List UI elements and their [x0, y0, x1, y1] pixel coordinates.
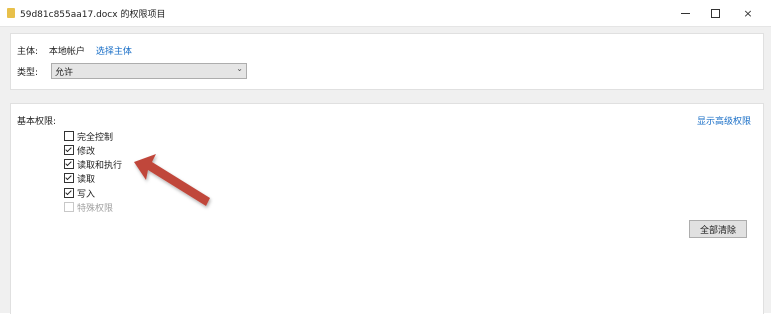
read-checkbox[interactable] [64, 173, 74, 183]
write-label: 写入 [77, 189, 96, 200]
window-title: 59d81c855aa17.docx 的权限项目 [20, 10, 166, 20]
full-control-label: 完全控制 [77, 132, 114, 143]
clear-all-label: 全部清除 [699, 225, 736, 236]
type-label-row: 类型: [17, 65, 38, 78]
close-icon: × [743, 6, 753, 20]
permission-write[interactable]: 写入 [64, 186, 95, 200]
permission-full-control[interactable]: 完全控制 [64, 129, 113, 143]
title-bar: 59d81c855aa17.docx 的权限项目 × [0, 0, 771, 27]
type-label: 类型: [17, 68, 39, 78]
permissions-panel: 基本权限: 显示高级权限 完全控制 修改 读取和执行 读取 写入 特殊权限 全部… [10, 103, 764, 314]
modify-checkbox[interactable] [64, 145, 74, 155]
advanced-link-row: 显示高级权限 [697, 114, 751, 127]
read-label: 读取 [77, 174, 96, 185]
read-execute-checkbox[interactable] [64, 159, 74, 169]
permission-read-execute[interactable]: 读取和执行 [64, 157, 122, 171]
read-execute-label: 读取和执行 [77, 160, 123, 171]
basic-permissions-heading-row: 基本权限: [17, 114, 56, 127]
modify-label: 修改 [77, 146, 96, 157]
write-checkbox[interactable] [64, 188, 74, 198]
special-permissions-label: 特殊权限 [77, 203, 114, 214]
maximize-button[interactable] [700, 0, 730, 26]
clear-all-button[interactable]: 全部清除 [689, 220, 747, 238]
permission-special: 特殊权限 [64, 200, 113, 214]
show-advanced-permissions-link[interactable]: 显示高级权限 [697, 117, 751, 127]
principal-row: 主体: 本地帐户 选择主体 [17, 44, 132, 57]
chevron-down-icon: ⌄ [236, 64, 243, 73]
permission-read[interactable]: 读取 [64, 171, 95, 185]
special-permissions-checkbox [64, 202, 74, 212]
type-select[interactable]: 允许 ⌄ [51, 63, 247, 79]
full-control-checkbox[interactable] [64, 131, 74, 141]
principal-panel: 主体: 本地帐户 选择主体 类型: 允许 ⌄ [10, 33, 764, 90]
maximize-icon [710, 8, 720, 18]
annotation-arrow-icon [134, 154, 210, 206]
folder-icon [7, 8, 15, 18]
permission-modify[interactable]: 修改 [64, 143, 95, 157]
principal-value: 本地帐户 [48, 47, 85, 57]
minimize-button[interactable] [670, 0, 700, 26]
select-principal-link[interactable]: 选择主体 [96, 47, 132, 57]
minimize-icon [680, 12, 690, 14]
principal-label: 主体: [17, 47, 39, 57]
type-select-value: 允许 [55, 68, 74, 78]
permission-entry-window: 59d81c855aa17.docx 的权限项目 × 主体: 本地帐户 选择主体… [0, 0, 771, 314]
close-button[interactable]: × [733, 0, 763, 26]
basic-permissions-heading: 基本权限: [17, 117, 57, 127]
